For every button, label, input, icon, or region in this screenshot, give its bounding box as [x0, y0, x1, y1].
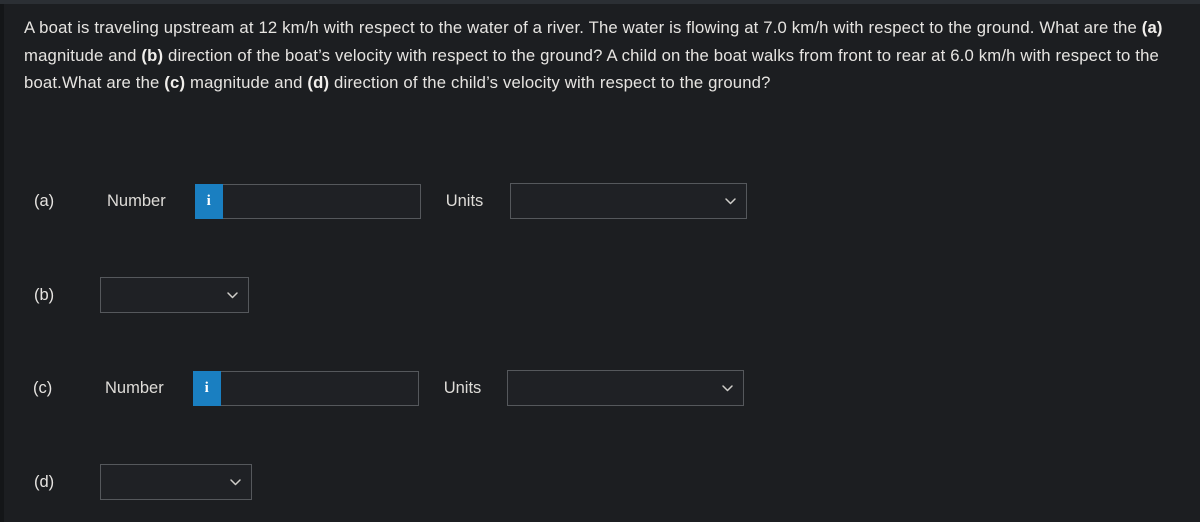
direction-dropdown-d[interactable]	[100, 464, 252, 500]
part-label-d: (d)	[34, 472, 55, 491]
number-label-c: Number	[105, 378, 164, 397]
question-panel: A boat is traveling upstream at 12 km/h …	[4, 4, 1200, 522]
number-input-group-a: i	[194, 183, 421, 219]
question-prompt: A boat is traveling upstream at 12 km/h …	[24, 18, 1163, 92]
direction-dropdown-b-value	[110, 278, 220, 312]
chevron-down-icon-units-a	[724, 195, 737, 208]
units-dropdown-c-value	[517, 371, 715, 405]
answer-row-b: (b)	[34, 274, 249, 316]
direction-dropdown-b[interactable]	[100, 277, 249, 313]
info-icon-c[interactable]: i	[192, 370, 221, 406]
answer-row-d: (d)	[34, 461, 252, 503]
part-label-b: (b)	[34, 285, 55, 304]
chevron-down-icon-direction-d	[229, 476, 242, 489]
direction-dropdown-d-value	[110, 465, 223, 499]
part-label-c: (c)	[33, 378, 53, 397]
part-label-a: (a)	[34, 191, 55, 210]
info-icon-a[interactable]: i	[194, 183, 223, 219]
number-input-group-c: i	[192, 370, 419, 406]
units-dropdown-a[interactable]	[510, 183, 748, 219]
answer-row-c: (c) Number i Units	[33, 367, 745, 409]
number-label-a: Number	[107, 191, 166, 210]
units-dropdown-c[interactable]	[507, 370, 745, 406]
units-label-c: Units	[443, 378, 482, 397]
chevron-down-icon-direction-b	[226, 289, 239, 302]
answer-row-a: (a) Number i Units	[34, 180, 748, 222]
chevron-down-icon-units-c	[721, 382, 734, 395]
number-input-c[interactable]	[220, 370, 419, 406]
number-input-a[interactable]	[222, 183, 421, 219]
units-dropdown-a-value	[520, 184, 718, 218]
units-label-a: Units	[445, 191, 484, 210]
